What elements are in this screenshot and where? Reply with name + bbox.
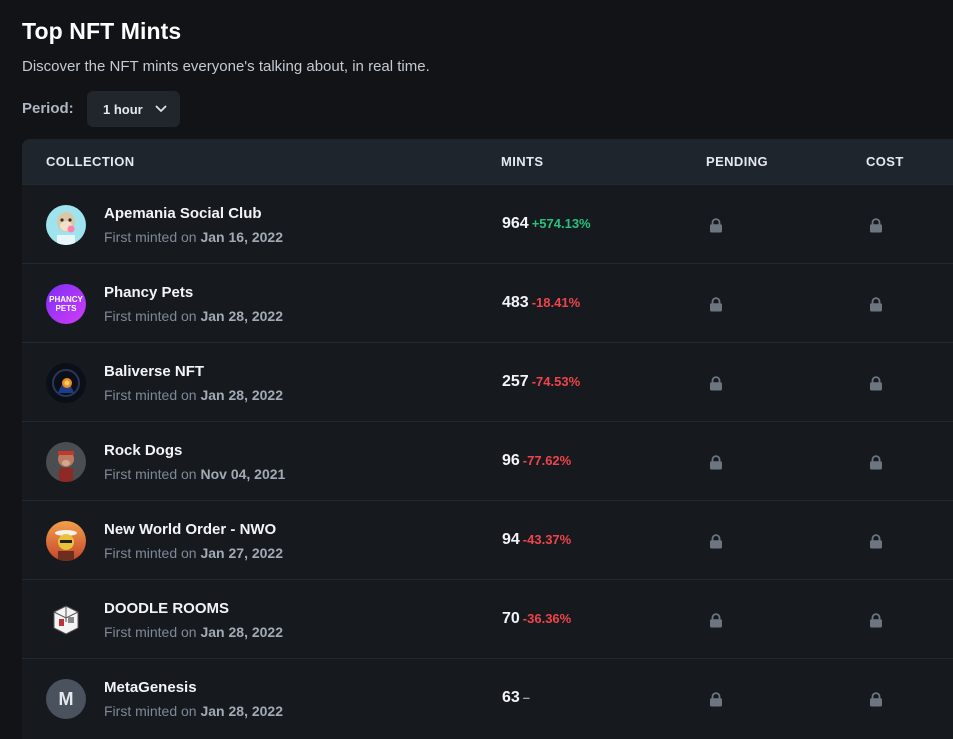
first-minted-prefix: First minted on <box>104 703 197 719</box>
table-header: COLLECTION MINTS PENDING COST <box>22 139 953 184</box>
nwo-avatar-icon <box>46 521 86 561</box>
column-header-collection[interactable]: COLLECTION <box>46 154 135 169</box>
period-dropdown-value: 1 hour <box>103 101 143 117</box>
first-minted-text: First minted on Jan 27, 2022 <box>104 545 283 561</box>
period-dropdown[interactable]: 1 hour <box>87 91 180 127</box>
collection-name[interactable]: Baliverse NFT <box>104 363 204 380</box>
table-row[interactable]: Rock Dogs First minted on Nov 04, 2021 96-… <box>22 421 953 501</box>
collection-name[interactable]: Phancy Pets <box>104 284 193 301</box>
lock-icon[interactable] <box>869 455 883 475</box>
mints-cell: 964 +574.13% <box>502 215 591 233</box>
period-label: Period: <box>22 100 74 117</box>
mints-cell: 96 -77.62% <box>502 452 571 470</box>
mints-cell: 257 -74.53% <box>502 373 580 391</box>
collection-name[interactable]: DOODLE ROOMS <box>104 600 229 617</box>
lock-icon[interactable] <box>869 218 883 238</box>
table-row[interactable]: PHANCY PETS Phancy Pets First minted on Ja… <box>22 263 953 343</box>
first-minted-text: First minted on Nov 04, 2021 <box>104 466 285 482</box>
lock-icon[interactable] <box>869 534 883 554</box>
letter-avatar-icon: M <box>46 679 86 719</box>
dog-avatar-icon <box>46 442 86 482</box>
table-row[interactable]: Baliverse NFT First minted on Jan 28, 202… <box>22 342 953 422</box>
page-subtitle: Discover the NFT mints everyone's talkin… <box>22 58 430 75</box>
table-row[interactable]: M MetaGenesis First minted on Jan 28, 2022… <box>22 658 953 738</box>
mints-cell: 483 -18.41% <box>502 294 580 312</box>
page-title: Top NFT Mints <box>22 18 182 44</box>
first-minted-date: Jan 16, 2022 <box>200 229 283 245</box>
mints-cell: 94 -43.37% <box>502 531 571 549</box>
table-row[interactable]: Apemania Social Club First minted on Jan … <box>22 184 953 264</box>
mints-change: -18.41% <box>531 295 581 310</box>
first-minted-prefix: First minted on <box>104 466 197 482</box>
baliverse-avatar-icon <box>46 363 86 403</box>
first-minted-text: First minted on Jan 28, 2022 <box>104 387 283 403</box>
collection-name[interactable]: MetaGenesis <box>104 679 197 696</box>
table-row[interactable]: New World Order - NWO First minted on Jan… <box>22 500 953 580</box>
ape-avatar-icon <box>46 205 86 245</box>
collection-name[interactable]: Apemania Social Club <box>104 205 262 222</box>
phancy-pets-logo-icon: PHANCY PETS <box>46 284 86 324</box>
avatar-letter: M <box>46 679 86 719</box>
first-minted-prefix: First minted on <box>104 624 197 640</box>
column-header-mints[interactable]: MINTS <box>501 154 543 169</box>
first-minted-date: Jan 28, 2022 <box>200 624 283 640</box>
lock-icon[interactable] <box>869 613 883 633</box>
first-minted-date: Jan 28, 2022 <box>200 703 283 719</box>
first-minted-date: Nov 04, 2021 <box>200 466 286 482</box>
first-minted-prefix: First minted on <box>104 308 197 324</box>
mints-table: COLLECTION MINTS PENDING COST Apemania S… <box>22 139 953 739</box>
collection-name[interactable]: Rock Dogs <box>104 442 182 459</box>
first-minted-text: First minted on Jan 28, 2022 <box>104 624 283 640</box>
first-minted-prefix: First minted on <box>104 545 197 561</box>
first-minted-date: Jan 28, 2022 <box>200 387 283 403</box>
mints-count: 63 <box>502 689 520 706</box>
lock-icon[interactable] <box>709 613 723 633</box>
lock-icon[interactable] <box>869 297 883 317</box>
mints-change: -77.62% <box>522 453 572 468</box>
first-minted-prefix: First minted on <box>104 387 197 403</box>
avatar-logo-text: PHANCY PETS <box>49 295 83 313</box>
mints-count: 96 <box>502 452 520 469</box>
chevron-down-icon <box>155 105 167 113</box>
mints-change: – <box>522 690 531 705</box>
collection-name[interactable]: New World Order - NWO <box>104 521 276 538</box>
mints-count: 964 <box>502 215 529 232</box>
first-minted-text: First minted on Jan 28, 2022 <box>104 703 283 719</box>
lock-icon[interactable] <box>709 376 723 396</box>
lock-icon[interactable] <box>869 692 883 712</box>
mints-cell: 63– <box>502 689 530 707</box>
mints-change: -43.37% <box>522 532 572 547</box>
mints-count: 94 <box>502 531 520 548</box>
column-header-pending[interactable]: PENDING <box>706 154 768 169</box>
mints-count: 70 <box>502 610 520 627</box>
first-minted-date: Jan 27, 2022 <box>200 545 283 561</box>
lock-icon[interactable] <box>709 455 723 475</box>
mints-cell: 70 -36.36% <box>502 610 571 628</box>
mints-change: -36.36% <box>522 611 572 626</box>
first-minted-text: First minted on Jan 28, 2022 <box>104 308 283 324</box>
lock-icon[interactable] <box>709 218 723 238</box>
column-header-cost[interactable]: COST <box>866 154 904 169</box>
first-minted-text: First minted on Jan 16, 2022 <box>104 229 283 245</box>
first-minted-date: Jan 28, 2022 <box>200 308 283 324</box>
lock-icon[interactable] <box>709 534 723 554</box>
lock-icon[interactable] <box>869 376 883 396</box>
mints-count: 483 <box>502 294 529 311</box>
lock-icon[interactable] <box>709 297 723 317</box>
mints-change: +574.13% <box>531 216 591 231</box>
doodle-room-avatar-icon <box>46 600 86 640</box>
first-minted-prefix: First minted on <box>104 229 197 245</box>
mints-change: -74.53% <box>531 374 581 389</box>
table-row[interactable]: DOODLE ROOMS First minted on Jan 28, 2022… <box>22 579 953 659</box>
lock-icon[interactable] <box>709 692 723 712</box>
mints-count: 257 <box>502 373 529 390</box>
